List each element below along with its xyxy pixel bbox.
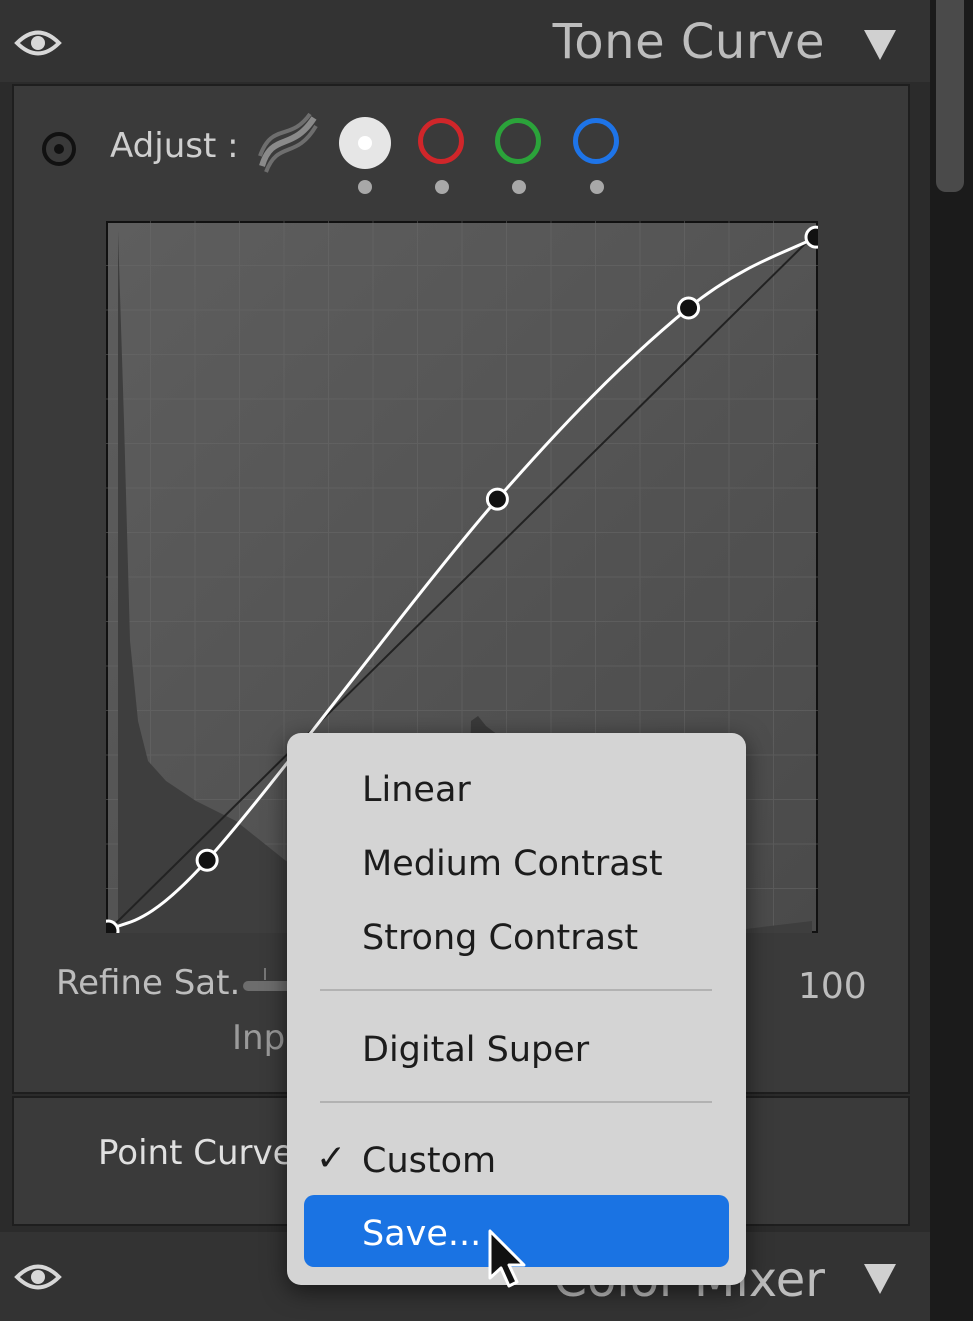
scrollbar-thumb[interactable] bbox=[936, 0, 964, 192]
parametric-curve-icon[interactable] bbox=[256, 112, 318, 174]
channel-indicator-dot bbox=[512, 180, 526, 194]
refine-saturation-label: Refine Sat. bbox=[56, 963, 241, 1003]
rgb-channel-button[interactable] bbox=[339, 117, 391, 169]
channel-indicator-dot bbox=[590, 180, 604, 194]
curve-control-point[interactable] bbox=[804, 225, 818, 249]
red-channel-button[interactable] bbox=[418, 118, 464, 164]
curve-control-point[interactable] bbox=[485, 487, 509, 511]
channel-indicator-dot bbox=[435, 180, 449, 194]
menu-item-digital-super[interactable]: Digital Super bbox=[362, 1030, 589, 1070]
eye-icon[interactable] bbox=[14, 1260, 62, 1294]
green-channel-button[interactable] bbox=[495, 118, 541, 164]
collapse-triangle-icon[interactable] bbox=[864, 30, 896, 60]
mouse-pointer-icon bbox=[488, 1229, 526, 1288]
curve-control-point[interactable] bbox=[677, 296, 701, 320]
checkmark-icon: ✓ bbox=[316, 1138, 347, 1179]
eye-icon[interactable] bbox=[14, 26, 62, 60]
menu-item-linear[interactable]: Linear bbox=[362, 770, 471, 810]
menu-item-save[interactable]: Save... bbox=[362, 1214, 481, 1254]
menu-item-custom[interactable]: Custom bbox=[362, 1141, 496, 1181]
adjust-label: Adjust : bbox=[110, 126, 239, 166]
slider-tick bbox=[264, 968, 266, 980]
channel-indicator-dot bbox=[358, 180, 372, 194]
scrollbar-track[interactable] bbox=[930, 0, 973, 1321]
value-readout: 100 bbox=[798, 966, 867, 1007]
menu-separator bbox=[320, 1101, 712, 1103]
collapse-triangle-icon[interactable] bbox=[864, 1264, 896, 1294]
menu-item-strong-contrast[interactable]: Strong Contrast bbox=[362, 918, 638, 958]
curve-control-point[interactable] bbox=[195, 848, 219, 872]
target-adjustment-icon[interactable] bbox=[40, 130, 78, 168]
blue-channel-button[interactable] bbox=[573, 118, 619, 164]
panel-title: Tone Curve bbox=[552, 14, 825, 70]
point-curve-label: Point Curve : bbox=[98, 1133, 316, 1173]
menu-item-medium-contrast[interactable]: Medium Contrast bbox=[362, 844, 663, 884]
menu-separator bbox=[320, 989, 712, 991]
